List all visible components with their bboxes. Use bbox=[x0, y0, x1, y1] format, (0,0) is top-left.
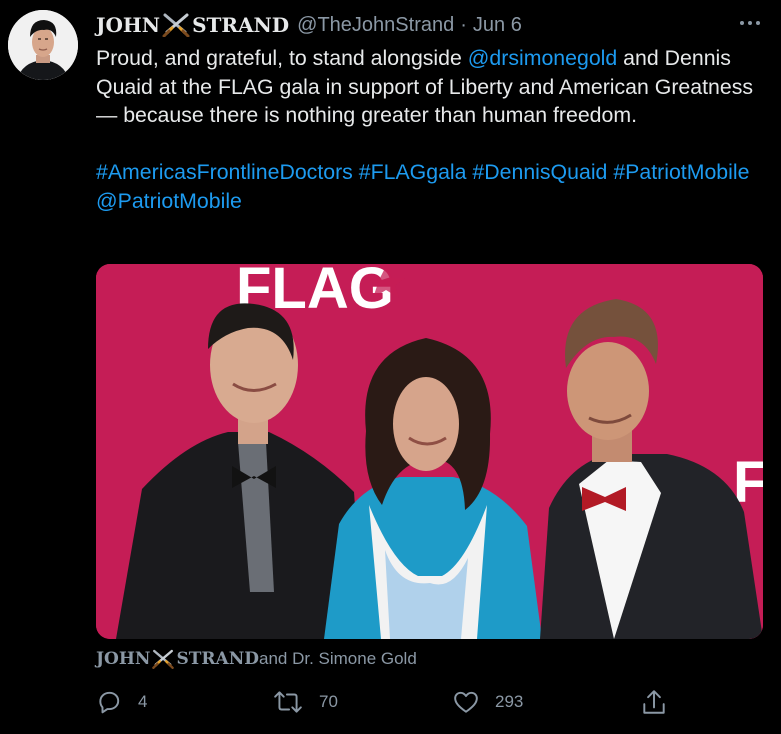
tweet-text-a: Proud, and grateful, to stand alongside bbox=[96, 46, 468, 70]
tweet-actions: 4 70 293 bbox=[96, 686, 776, 718]
mention-link-drsimonegold[interactable]: @drsimonegold bbox=[468, 46, 617, 70]
crossed-swords-icon bbox=[151, 649, 175, 669]
retweet-button[interactable]: 70 bbox=[273, 686, 338, 718]
author-handle[interactable]: @TheJohnStrand bbox=[297, 14, 454, 37]
author-display-name[interactable]: JOHN STRAND bbox=[96, 13, 290, 38]
share-icon bbox=[643, 690, 665, 714]
author-name-part1: JOHN bbox=[96, 13, 161, 37]
hashtag-link[interactable]: #PatriotMobile bbox=[613, 160, 749, 184]
mention-link-patriotmobile[interactable]: @PatriotMobile bbox=[96, 189, 242, 213]
tagged-name-part2: STRAND bbox=[176, 649, 259, 669]
tweet-text: Proud, and grateful, to stand alongside … bbox=[96, 44, 766, 215]
tweet-header: JOHN STRAND @TheJohnStrand · Jun 6 bbox=[96, 10, 522, 40]
heart-icon bbox=[454, 691, 478, 713]
more-dots-icon[interactable] bbox=[735, 12, 765, 34]
reply-button[interactable]: 4 bbox=[96, 686, 147, 718]
like-button[interactable]: 293 bbox=[453, 686, 523, 718]
tagged-users[interactable]: JOHN STRAND and Dr. Simone Gold bbox=[96, 646, 417, 672]
tweet-paragraph: Proud, and grateful, to stand alongside … bbox=[96, 44, 766, 130]
hashtag-link[interactable]: #AmericasFrontlineDoctors bbox=[96, 160, 353, 184]
tagged-suffix: and Dr. Simone Gold bbox=[258, 649, 417, 668]
tweet-photo[interactable]: FLAG F bbox=[96, 264, 763, 639]
hashtag-link[interactable]: #FLAGgala bbox=[359, 160, 467, 184]
crossed-swords-icon bbox=[161, 13, 191, 38]
hashtag-paragraph: #AmericasFrontlineDoctors #FLAGgala #Den… bbox=[96, 158, 766, 215]
hashtag-link[interactable]: #DennisQuaid bbox=[472, 160, 607, 184]
tagged-name[interactable]: JOHN STRAND bbox=[96, 649, 259, 669]
separator-dot: · bbox=[460, 13, 467, 36]
tagged-name-part1: JOHN bbox=[96, 649, 151, 669]
avatar[interactable] bbox=[8, 10, 78, 80]
tweet-date[interactable]: Jun 6 bbox=[473, 14, 522, 37]
reply-count: 4 bbox=[138, 692, 148, 711]
like-count: 293 bbox=[495, 692, 524, 711]
author-name-part2: STRAND bbox=[192, 13, 290, 37]
share-button[interactable] bbox=[641, 686, 683, 718]
retweet-count: 70 bbox=[319, 692, 338, 711]
reply-icon bbox=[99, 691, 120, 714]
retweet-icon bbox=[274, 691, 302, 713]
